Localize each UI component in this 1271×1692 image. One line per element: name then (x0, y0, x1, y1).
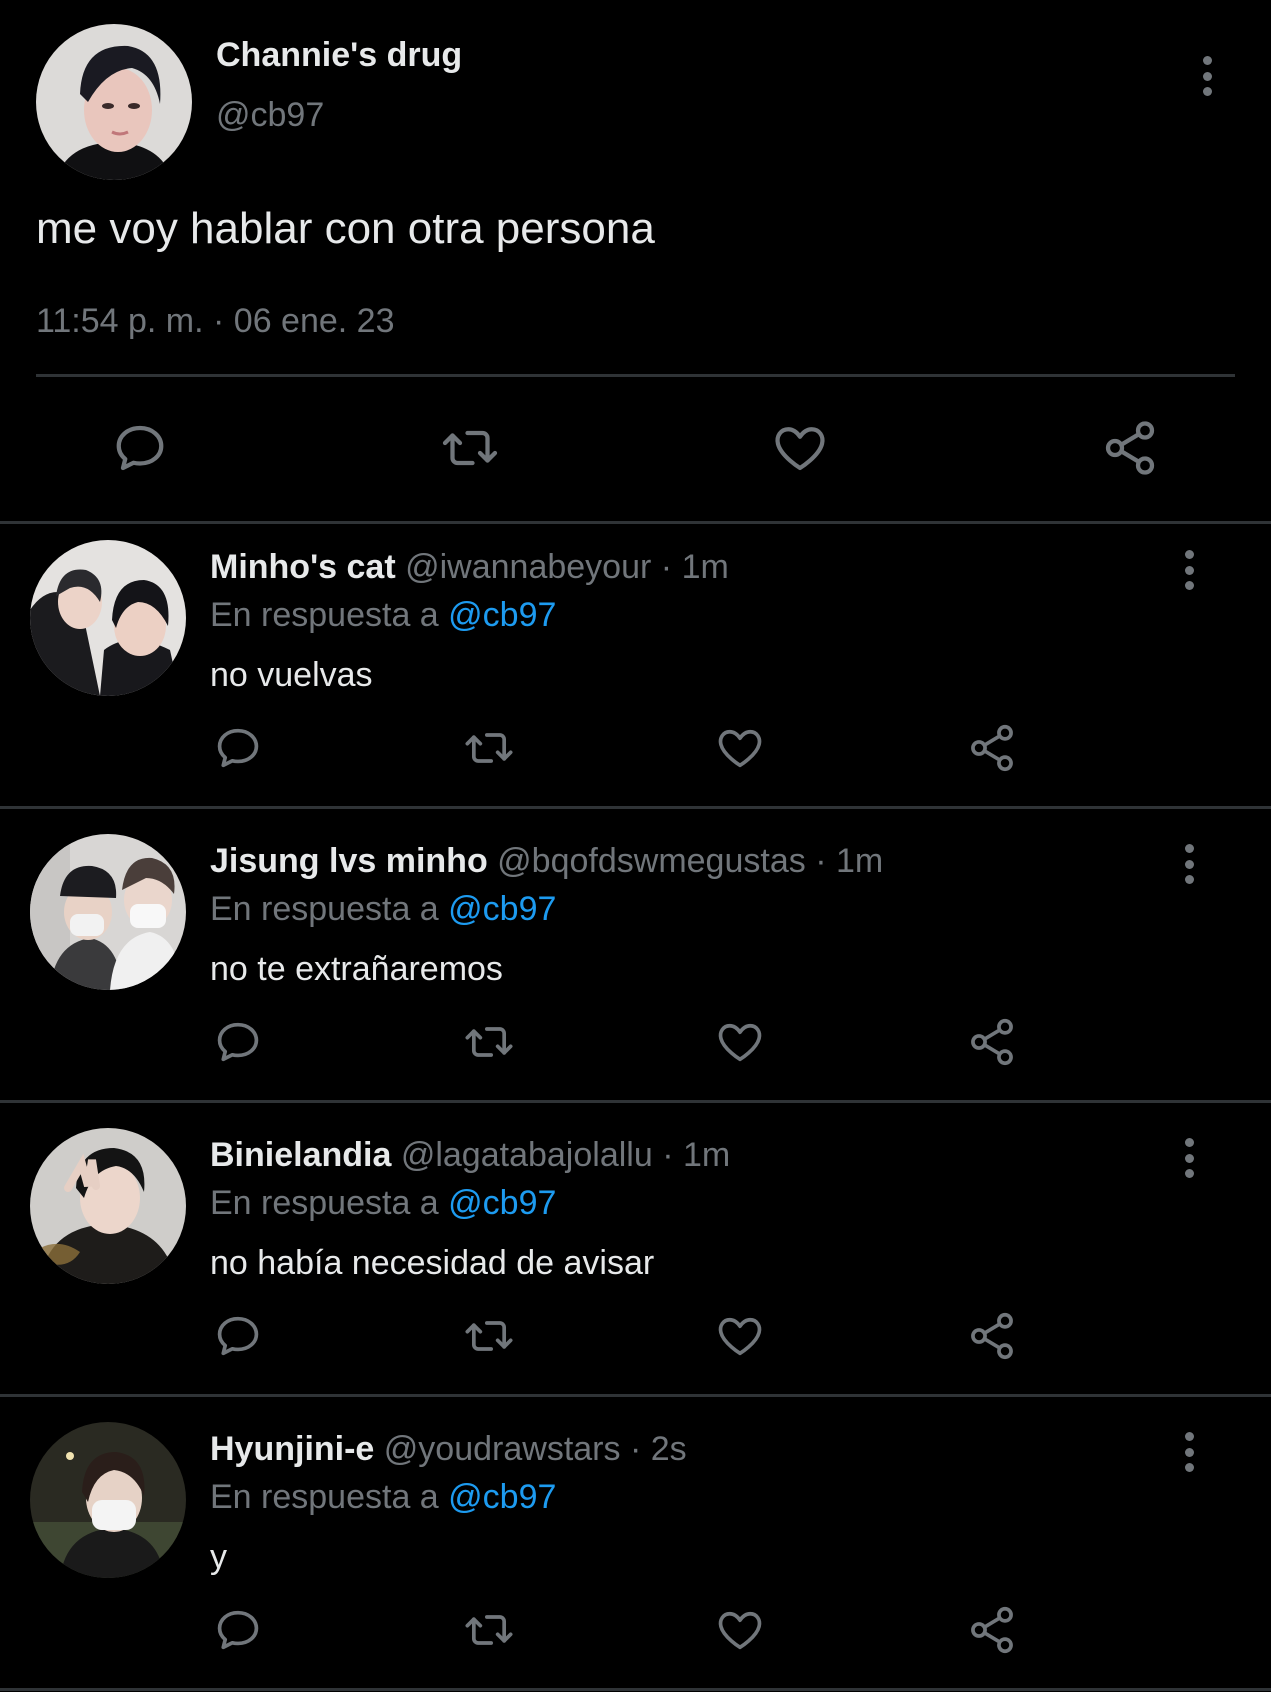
mention-link[interactable]: @cb97 (448, 596, 556, 634)
reply-header: Minho's cat @iwannabeyour · 1m (210, 548, 729, 587)
divider (0, 1394, 1271, 1397)
retweet-icon[interactable] (460, 720, 518, 776)
reply-avatar[interactable] (30, 1422, 186, 1578)
separator-dot: · (662, 1136, 674, 1174)
more-options-icon[interactable] (1174, 548, 1204, 592)
separator-dot: · (815, 842, 827, 880)
in-reply-prefix: En respuesta a (210, 1478, 439, 1516)
like-icon[interactable] (712, 720, 768, 776)
share-icon[interactable] (964, 1602, 1020, 1658)
divider (0, 806, 1271, 809)
reply-author-handle[interactable]: @youdrawstars (384, 1430, 621, 1468)
more-options-icon[interactable] (1174, 1430, 1204, 1474)
in-reply-to: En respuesta a @cb97 (210, 1184, 556, 1223)
main-tweet: Channie's drug @cb97 me voy hablar con o… (0, 0, 1271, 522)
like-icon[interactable] (712, 1014, 768, 1070)
separator-dot: · (660, 548, 673, 586)
reply-author-name[interactable]: Binielandia (210, 1136, 391, 1174)
reply-icon[interactable] (210, 1308, 266, 1364)
in-reply-to: En respuesta a @cb97 (210, 890, 556, 929)
share-icon[interactable] (1096, 416, 1164, 480)
tweet-timestamp: 11:54 p. m. · 06 ene. 23 (36, 302, 395, 340)
in-reply-prefix: En respuesta a (210, 596, 439, 634)
in-reply-prefix: En respuesta a (210, 1184, 439, 1222)
retweet-icon[interactable] (460, 1014, 518, 1070)
reply-tweet[interactable]: Minho's cat @iwannabeyour · 1m En respue… (0, 524, 1271, 818)
tweet-text: me voy hablar con otra persona (36, 204, 655, 253)
mention-link[interactable]: @cb97 (448, 1184, 556, 1222)
reply-header: Jisung lvs minho @bqofdswmegustas · 1m (210, 842, 883, 881)
author-name[interactable]: Channie's drug (216, 36, 462, 75)
reply-text: no vuelvas (210, 656, 373, 694)
retweet-icon[interactable] (460, 1308, 518, 1364)
reply-tweet[interactable]: Binielandia @lagatabajolallu · 1m En res… (0, 1112, 1271, 1406)
reply-icon[interactable] (210, 720, 266, 776)
share-icon[interactable] (964, 1014, 1020, 1070)
separator-dot: · (629, 1430, 642, 1468)
reply-actions (0, 716, 1271, 786)
reply-author-name[interactable]: Minho's cat (210, 548, 396, 586)
reply-avatar[interactable] (30, 834, 186, 990)
in-reply-to: En respuesta a @cb97 (210, 596, 556, 635)
mention-link[interactable]: @cb97 (448, 1478, 556, 1516)
tweet-actions (0, 412, 1271, 484)
like-icon[interactable] (712, 1602, 768, 1658)
reply-author-handle[interactable]: @iwannabeyour (405, 548, 651, 586)
reply-text: y (210, 1538, 227, 1576)
reply-author-handle[interactable]: @lagatabajolallu (401, 1136, 653, 1174)
reply-actions (0, 1010, 1271, 1080)
divider (0, 1688, 1271, 1691)
reply-header: Hyunjini-e @youdrawstars · 2s (210, 1430, 687, 1469)
reply-icon[interactable] (210, 1602, 266, 1658)
author-handle[interactable]: @cb97 (216, 96, 324, 135)
reply-time: 1m (682, 1136, 731, 1174)
reply-actions (0, 1304, 1271, 1374)
like-icon[interactable] (712, 1308, 768, 1364)
reply-avatar[interactable] (30, 540, 186, 696)
in-reply-to: En respuesta a @cb97 (210, 1478, 556, 1517)
reply-time: 1m (835, 842, 884, 880)
reply-icon[interactable] (210, 1014, 266, 1070)
reply-actions (0, 1598, 1271, 1668)
share-icon[interactable] (964, 720, 1020, 776)
reply-text: no había necesidad de avisar (210, 1244, 655, 1282)
retweet-icon[interactable] (460, 1602, 518, 1658)
more-options-icon[interactable] (1192, 52, 1222, 100)
reply-tweet[interactable]: Hyunjini-e @youdrawstars · 2s En respues… (0, 1406, 1271, 1692)
like-icon[interactable] (766, 416, 834, 480)
reply-author-name[interactable]: Jisung lvs minho (210, 842, 488, 880)
reply-time: 1m (681, 548, 729, 586)
reply-author-handle[interactable]: @bqofdswmegustas (497, 842, 806, 880)
more-options-icon[interactable] (1174, 842, 1204, 886)
reply-avatar[interactable] (30, 1128, 186, 1284)
divider (36, 374, 1235, 377)
retweet-icon[interactable] (436, 416, 504, 480)
reply-icon[interactable] (108, 416, 172, 480)
mention-link[interactable]: @cb97 (448, 890, 556, 928)
reply-tweet[interactable]: Jisung lvs minho @bqofdswmegustas · 1m E… (0, 818, 1271, 1112)
in-reply-prefix: En respuesta a (210, 890, 439, 928)
divider (0, 1100, 1271, 1103)
reply-header: Binielandia @lagatabajolallu · 1m (210, 1136, 730, 1175)
reply-author-name[interactable]: Hyunjini-e (210, 1430, 374, 1468)
reply-text: no te extrañaremos (210, 950, 503, 988)
share-icon[interactable] (964, 1308, 1020, 1364)
author-avatar[interactable] (36, 24, 192, 180)
more-options-icon[interactable] (1174, 1136, 1204, 1180)
reply-time: 2s (650, 1430, 687, 1468)
